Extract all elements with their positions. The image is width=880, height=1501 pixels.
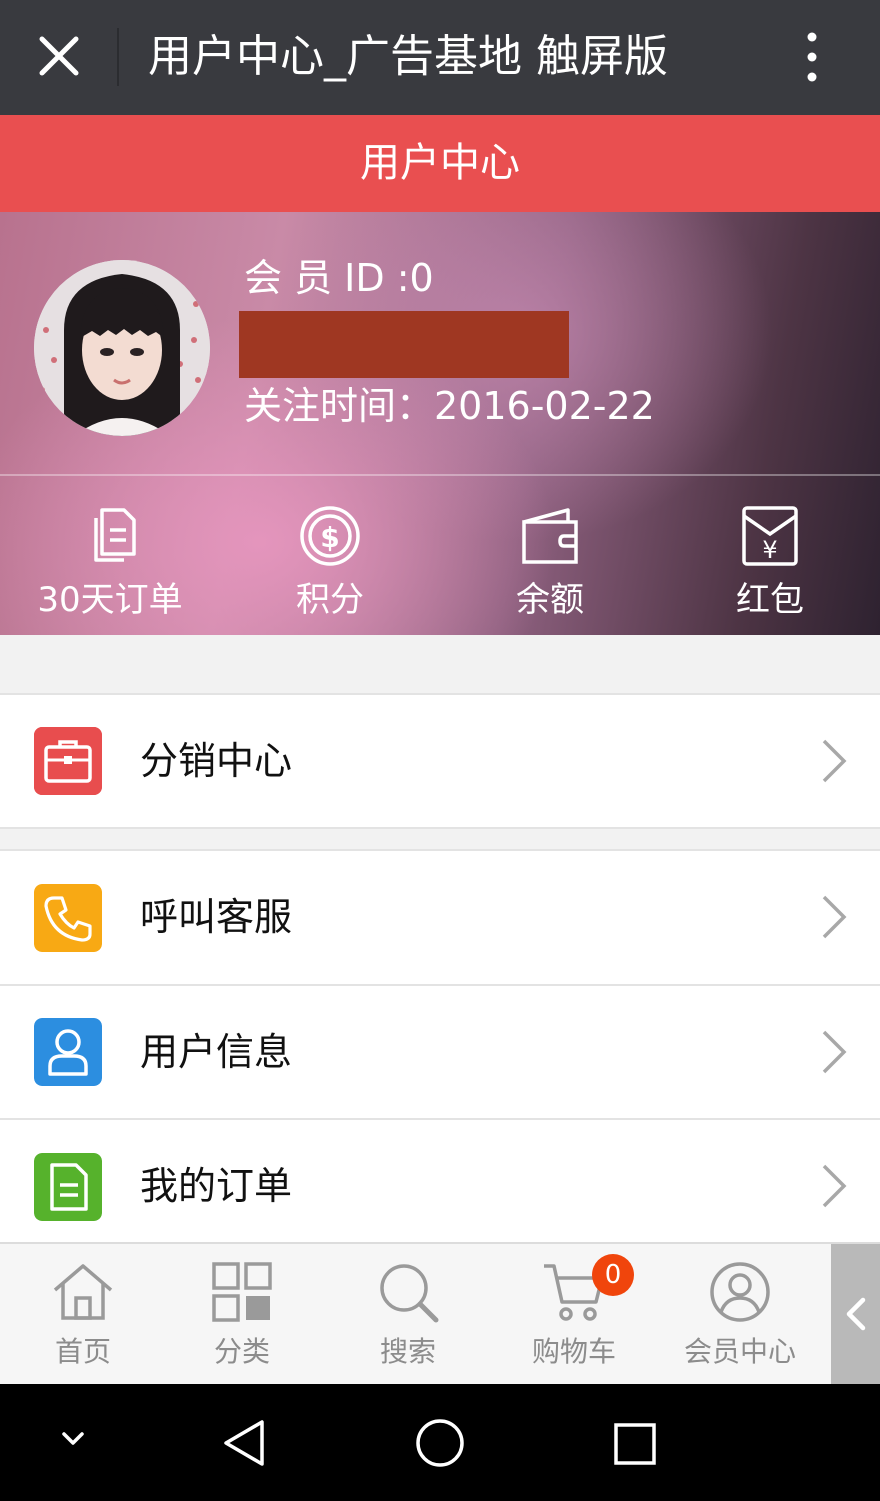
more-vertical-icon[interactable] — [792, 28, 832, 86]
order-document-icon — [34, 1153, 102, 1221]
divider — [0, 827, 880, 829]
menu-item-call-service[interactable]: 呼叫客服 — [0, 851, 880, 984]
tab-label: 搜索 — [379, 1335, 436, 1368]
collapse-toggle[interactable] — [831, 1244, 880, 1384]
tab-search[interactable]: 搜索 — [325, 1244, 491, 1384]
chevron-right-icon — [822, 739, 847, 783]
search-icon — [380, 1264, 439, 1323]
tab-home[interactable]: 首页 — [0, 1244, 166, 1384]
red-envelope-icon: ¥ — [742, 506, 798, 566]
grid-icon — [212, 1262, 272, 1322]
recents-square-icon[interactable] — [612, 1421, 658, 1467]
menu-item-label: 分销中心 — [140, 739, 293, 783]
stat-label: 余额 — [516, 580, 584, 620]
stat-label: 红包 — [736, 580, 804, 620]
document-icon — [94, 508, 136, 562]
tab-category[interactable]: 分类 — [159, 1244, 325, 1384]
menu-item-label: 我的订单 — [140, 1164, 293, 1208]
menu-item-user-info[interactable]: 用户信息 — [0, 986, 880, 1118]
phone-icon — [34, 884, 102, 952]
tab-cart[interactable]: 购物车 — [491, 1244, 657, 1384]
chevron-right-icon — [822, 1164, 847, 1208]
stat-points[interactable]: $ 积分 — [220, 476, 440, 635]
header-bar: 用户中心 — [0, 115, 880, 212]
wallet-icon — [522, 508, 578, 564]
dollar-coin-icon: $ — [300, 506, 360, 566]
title-bar: 用户中心_广告基地 触屏版 — [0, 0, 880, 115]
tab-member-center[interactable]: 会员中心 — [657, 1244, 823, 1384]
stat-red-envelope[interactable]: ¥ 红包 — [660, 476, 880, 635]
avatar[interactable] — [34, 260, 210, 436]
svg-text:$: $ — [320, 521, 339, 554]
follow-date: 关注时间：2016-02-22 — [244, 384, 655, 428]
page-title: 用户中心_广告基地 触屏版 — [148, 31, 668, 82]
system-nav-bar — [0, 1384, 880, 1501]
redacted-username — [239, 311, 569, 378]
stat-balance[interactable]: 余额 — [440, 476, 660, 635]
tab-label: 首页 — [54, 1335, 111, 1368]
stat-label: 30天订单 — [37, 580, 183, 620]
tab-label: 会员中心 — [683, 1335, 796, 1368]
user-circle-icon — [710, 1262, 770, 1322]
chevron-right-icon — [822, 1030, 847, 1074]
bottom-tab-bar: 首页 分类 搜索 购物车 0 会员中心 — [0, 1242, 880, 1384]
stat-label: 积分 — [296, 580, 364, 620]
close-icon[interactable] — [28, 28, 90, 86]
menu-item-label: 用户信息 — [140, 1030, 293, 1074]
tab-label: 分类 — [213, 1335, 270, 1368]
svg-text:¥: ¥ — [762, 536, 777, 564]
user-icon — [34, 1018, 102, 1086]
avatar-photo — [34, 260, 210, 436]
header-title: 用户中心 — [360, 140, 520, 186]
member-id: 会 员 ID :0 — [244, 256, 434, 300]
chevron-left-icon — [846, 1297, 866, 1331]
menu-item-label: 呼叫客服 — [140, 895, 293, 939]
menu-item-my-orders[interactable]: 我的订单 — [0, 1120, 880, 1242]
briefcase-icon — [34, 727, 102, 795]
profile-banner: 会 员 ID :0 关注时间：2016-02-22 30天订单 $ 积分 余额 … — [0, 212, 880, 635]
home-icon — [53, 1264, 113, 1320]
title-divider — [117, 28, 119, 86]
cart-count-badge: 0 — [592, 1254, 634, 1296]
back-triangle-icon[interactable] — [220, 1418, 268, 1468]
tab-label: 购物车 — [531, 1335, 616, 1368]
menu-item-distribution-center[interactable]: 分销中心 — [0, 695, 880, 827]
home-circle-icon[interactable] — [414, 1417, 466, 1469]
stats-row: 30天订单 $ 积分 余额 ¥ 红包 — [0, 476, 880, 635]
chevron-right-icon — [822, 895, 847, 939]
chevron-down-icon[interactable] — [58, 1428, 88, 1452]
stat-orders-30d[interactable]: 30天订单 — [0, 476, 220, 635]
